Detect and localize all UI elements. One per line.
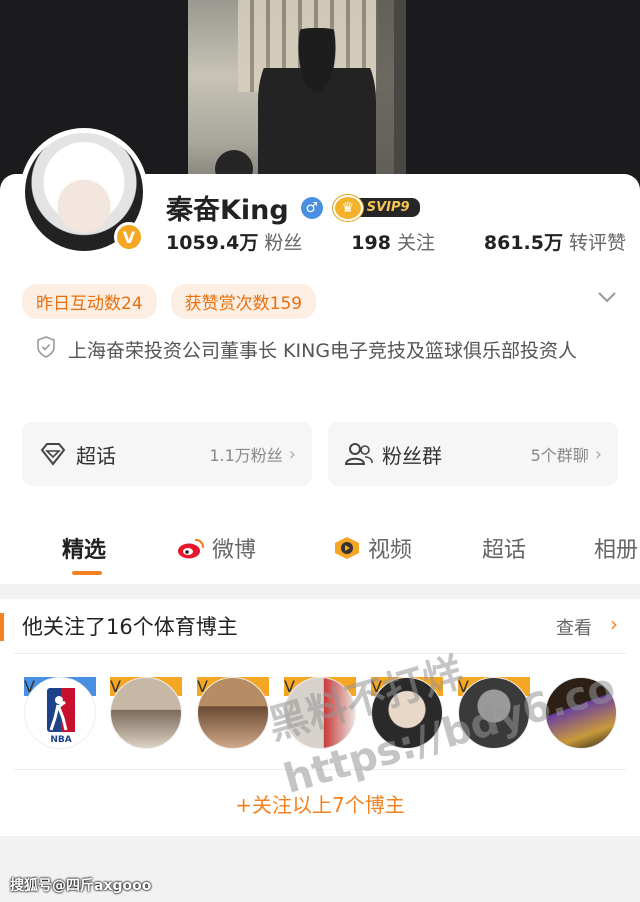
account-photo: [197, 677, 269, 749]
cover-silhouette: [258, 28, 376, 190]
stat-interactions[interactable]: 861.5万 转评赞: [484, 228, 626, 255]
tab-weibo[interactable]: 微博: [176, 532, 256, 564]
stat-fans[interactable]: 1059.4万 粉丝: [166, 228, 302, 255]
username: 秦奋King: [166, 195, 289, 226]
bio-text: 上海奋荣投资公司董事长 KING电子竞技及篮球俱乐部投资人: [68, 340, 578, 362]
male-icon: ♂: [300, 196, 323, 219]
video-icon: [335, 537, 359, 559]
avatar[interactable]: V: [20, 128, 148, 256]
fans-group-box[interactable]: 粉丝群 5个群聊 ›: [328, 422, 618, 486]
chaohua-sub: 1.1万粉丝: [209, 446, 283, 465]
account-photo: [110, 677, 182, 749]
chaohua-title: 超话: [76, 443, 116, 468]
crown-icon: ♛: [332, 194, 363, 221]
group-icon: [344, 443, 373, 465]
fans-group-title: 粉丝群: [382, 443, 442, 468]
chaohua-box[interactable]: 超话 1.1万粉丝 ›: [22, 422, 312, 486]
account-avatar-nba[interactable]: NBA V: [24, 677, 96, 749]
stat-following[interactable]: 198 关注: [351, 228, 435, 255]
weibo-icon: [178, 538, 205, 559]
tab-video[interactable]: 视频: [332, 532, 412, 564]
svip-label: SVIP9: [354, 198, 420, 217]
cover-wall: [376, 0, 406, 190]
nba-logo-icon: NBA: [24, 677, 96, 749]
tab-featured[interactable]: 精选: [62, 532, 106, 564]
chevron-right-icon[interactable]: ›: [610, 612, 618, 636]
svip-badge[interactable]: ♛ SVIP9: [332, 194, 420, 221]
shield-icon: [37, 336, 55, 358]
tab-album[interactable]: 相册: [594, 532, 638, 564]
chip-interactions[interactable]: 昨日互动数24: [22, 284, 157, 319]
achievement-chips: 昨日互动数24 获赞赏次数159: [22, 284, 317, 319]
chevron-right-icon: ›: [288, 443, 296, 465]
section-accent-bar: [0, 613, 4, 641]
fans-group-sub: 5个群聊: [530, 446, 589, 465]
source-credit: 搜狐号@四斤axgooo: [10, 878, 152, 894]
feature-boxes: 超话 1.1万粉丝 › 粉丝群 5个群聊 ›: [22, 422, 618, 486]
svg-text:NBA: NBA: [50, 735, 71, 745]
account-avatar[interactable]: V: [110, 677, 182, 749]
stats-row: 1059.4万 粉丝 198 关注 861.5万 转评赞: [166, 228, 626, 255]
diamond-icon: [40, 443, 66, 466]
verified-gold-icon: V: [114, 222, 144, 252]
chip-rewards[interactable]: 获赞赏次数159: [170, 284, 317, 319]
account-avatar[interactable]: V: [197, 677, 269, 749]
chevron-down-icon[interactable]: [596, 286, 618, 308]
chevron-right-icon: ›: [594, 443, 602, 465]
name-row: 秦奋King ♂ ♛ SVIP9: [166, 188, 420, 227]
section-title: 他关注了16个体育博主: [22, 615, 238, 639]
tab-chaohua[interactable]: 超话: [482, 532, 526, 564]
active-tab-indicator: [72, 571, 102, 575]
